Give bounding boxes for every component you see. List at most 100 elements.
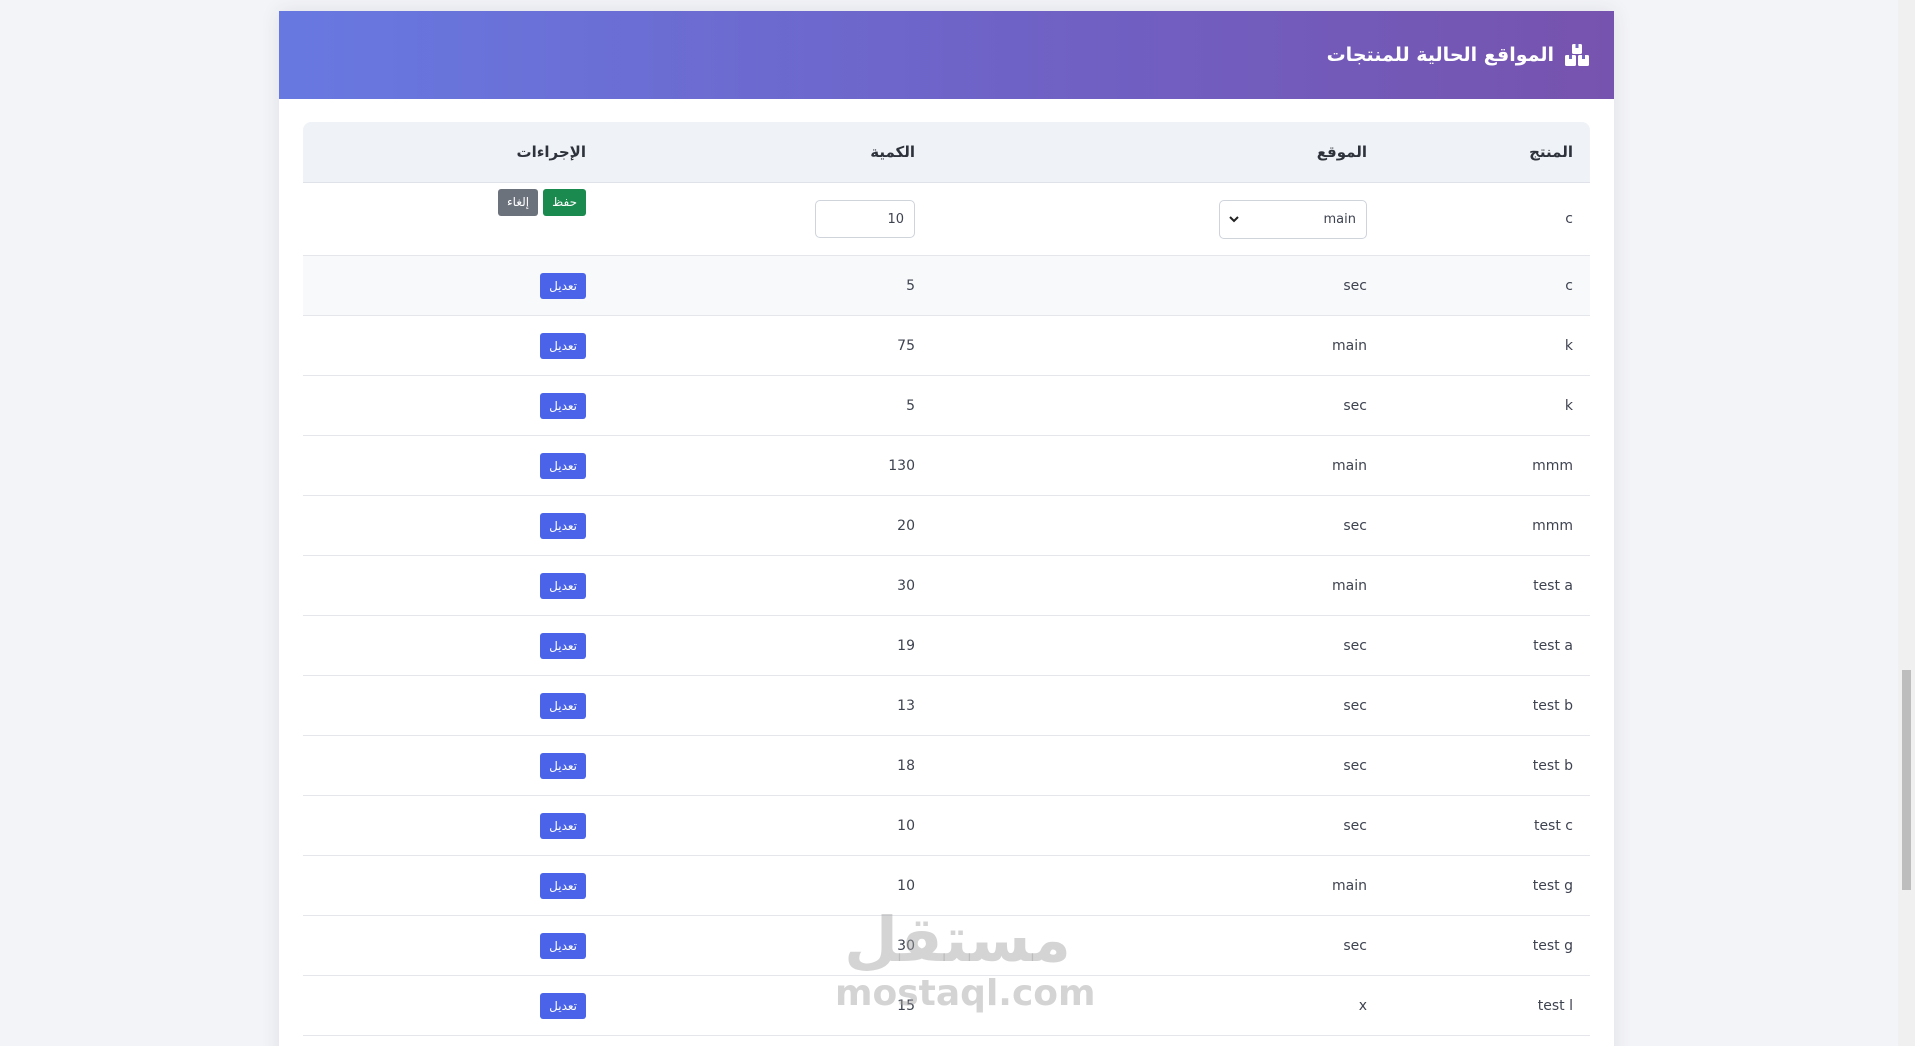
quantity-cell: 20: [603, 495, 932, 556]
table-row: c sec 5 تعديل: [303, 255, 1590, 316]
page-scrollbar[interactable]: [1898, 0, 1915, 1046]
quantity-cell: 13: [603, 675, 932, 736]
location-cell: sec: [932, 795, 1384, 856]
actions-cell: تعديل: [303, 795, 603, 856]
edit-button[interactable]: تعديل: [540, 872, 586, 899]
product-cell: test g: [1384, 915, 1590, 976]
product-cell: test b: [1384, 735, 1590, 796]
boxes-icon: [1565, 44, 1589, 66]
quantity-cell: 18: [603, 735, 932, 796]
table-row: test g main 10 تعديل: [303, 855, 1590, 916]
edit-button[interactable]: تعديل: [540, 932, 586, 959]
product-cell: test l: [1384, 975, 1590, 1036]
quantity-cell: 130: [603, 435, 932, 496]
product-cell: test g: [1384, 855, 1590, 916]
location-cell: sec: [932, 915, 1384, 976]
locations-table-wrapper: المنتج الموقع الكمية الإجراءات c main 10…: [303, 122, 1590, 1036]
actions-cell: تعديل: [303, 435, 603, 496]
quantity-cell: 75: [603, 315, 932, 376]
table-row: k main 75 تعديل: [303, 315, 1590, 376]
actions-cell: تعديل: [303, 315, 603, 376]
actions-cell: تعديل: [303, 675, 603, 736]
location-cell: main: [932, 855, 1384, 916]
location-cell: main: [932, 555, 1384, 616]
edit-button[interactable]: تعديل: [540, 392, 586, 419]
location-cell: sec: [932, 615, 1384, 676]
edit-button[interactable]: تعديل: [540, 632, 586, 659]
product-cell: test b: [1384, 675, 1590, 736]
column-header-location: الموقع: [932, 122, 1384, 183]
cancel-button[interactable]: إلغاء: [498, 189, 539, 216]
card-header: المواقع الحالية للمنتجات: [279, 11, 1614, 99]
edit-button[interactable]: تعديل: [540, 692, 586, 719]
product-cell: mmm: [1384, 495, 1590, 556]
product-cell: test a: [1384, 555, 1590, 616]
quantity-cell: 30: [603, 915, 932, 976]
page-title: المواقع الحالية للمنتجات: [1326, 44, 1554, 66]
location-cell: x: [932, 975, 1384, 1036]
quantity-cell: [603, 182, 932, 256]
location-select[interactable]: main: [1219, 199, 1367, 239]
quantity-cell: 5: [603, 375, 932, 436]
table-row: test g sec 30 تعديل: [303, 915, 1590, 976]
edit-button[interactable]: تعديل: [540, 512, 586, 539]
table-row: test a sec 19 تعديل: [303, 615, 1590, 676]
location-cell: main: [932, 435, 1384, 496]
quantity-cell: 15: [603, 975, 932, 1036]
table-row: test c sec 10 تعديل: [303, 795, 1590, 856]
quantity-cell: 5: [603, 255, 932, 316]
edit-button[interactable]: تعديل: [540, 452, 586, 479]
scrollbar-thumb[interactable]: [1902, 670, 1911, 890]
actions-cell: تعديل: [303, 375, 603, 436]
actions-cell: تعديل: [303, 855, 603, 916]
edit-button[interactable]: تعديل: [540, 812, 586, 839]
page: المواقع الحالية للمنتجات المنتج الموقع ا…: [0, 0, 1915, 1046]
quantity-input[interactable]: [815, 200, 915, 238]
table-row: k sec 5 تعديل: [303, 375, 1590, 436]
actions-cell: حفظ إلغاء: [303, 182, 603, 256]
quantity-cell: 30: [603, 555, 932, 616]
edit-button[interactable]: تعديل: [540, 992, 586, 1019]
table-row: test b sec 13 تعديل: [303, 675, 1590, 736]
table-row-editing: c main 10 حفظ إلغاء: [303, 182, 1590, 256]
edit-actions: حفظ إلغاء: [498, 189, 586, 216]
table-row: test l x 15 تعديل: [303, 975, 1590, 1036]
location-cell: sec: [932, 735, 1384, 796]
table-row: mmm sec 20 تعديل: [303, 495, 1590, 556]
location-select-value: main: [1323, 211, 1356, 227]
actions-cell: تعديل: [303, 735, 603, 796]
table-body: c main 10 حفظ إلغاء c sec 5 تعديل k main…: [303, 182, 1590, 1036]
locations-card: المواقع الحالية للمنتجات المنتج الموقع ا…: [279, 11, 1614, 1046]
location-cell: sec: [932, 255, 1384, 316]
quantity-cell: 19: [603, 615, 932, 676]
location-cell: sec: [932, 675, 1384, 736]
product-cell: c: [1384, 255, 1590, 316]
product-cell: test c: [1384, 795, 1590, 856]
edit-button[interactable]: تعديل: [540, 572, 586, 599]
chevron-down-icon: [1229, 216, 1239, 223]
actions-cell: تعديل: [303, 915, 603, 976]
table-row: test a main 30 تعديل: [303, 555, 1590, 616]
edit-button[interactable]: تعديل: [540, 272, 586, 299]
edit-button[interactable]: تعديل: [540, 332, 586, 359]
product-cell: k: [1384, 375, 1590, 436]
table-header: المنتج الموقع الكمية الإجراءات: [303, 122, 1590, 183]
actions-cell: تعديل: [303, 555, 603, 616]
product-cell: k: [1384, 315, 1590, 376]
column-header-product: المنتج: [1384, 122, 1590, 183]
actions-cell: تعديل: [303, 255, 603, 316]
product-cell: c: [1384, 182, 1590, 256]
column-header-actions: الإجراءات: [303, 122, 603, 183]
table-row: mmm main 130 تعديل: [303, 435, 1590, 496]
location-cell: sec: [932, 375, 1384, 436]
actions-cell: تعديل: [303, 975, 603, 1036]
location-cell: main: [932, 182, 1384, 256]
product-cell: mmm: [1384, 435, 1590, 496]
location-cell: sec: [932, 495, 1384, 556]
edit-button[interactable]: تعديل: [540, 752, 586, 779]
product-cell: test a: [1384, 615, 1590, 676]
actions-cell: تعديل: [303, 615, 603, 676]
location-cell: main: [932, 315, 1384, 376]
save-button[interactable]: حفظ: [543, 189, 586, 216]
column-header-quantity: الكمية: [603, 122, 932, 183]
